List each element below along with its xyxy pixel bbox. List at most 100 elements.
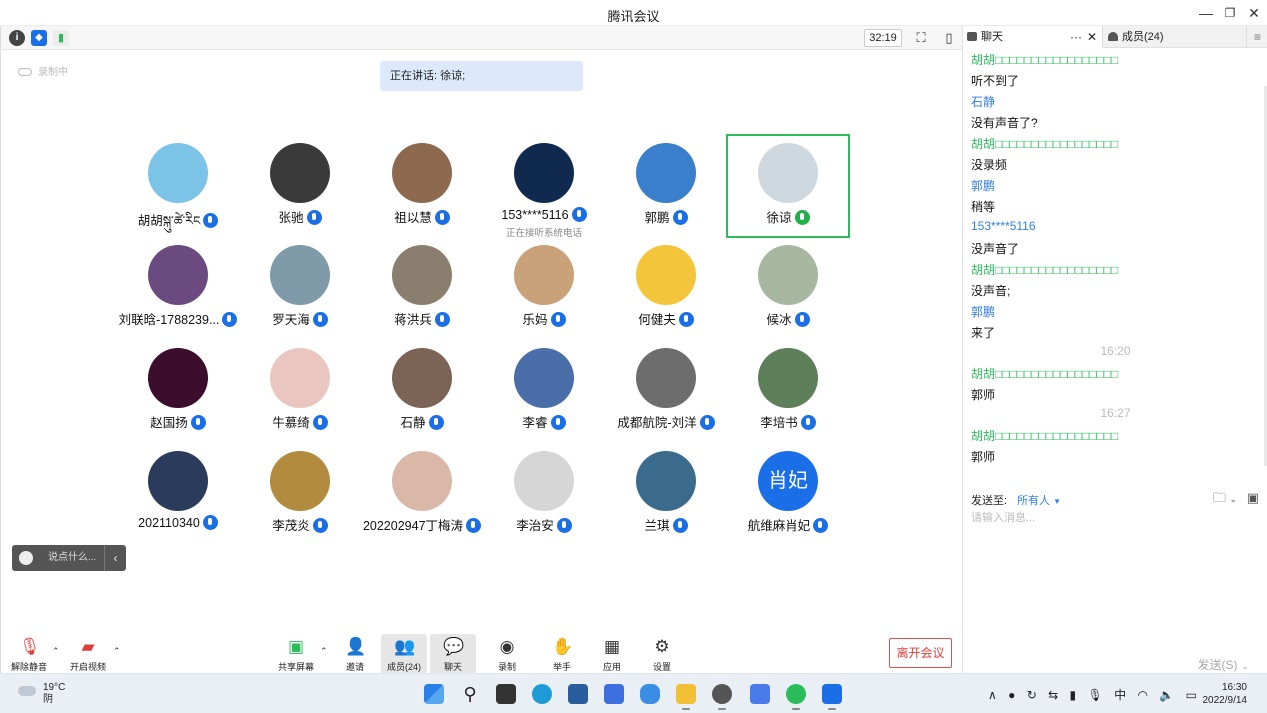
speaking-banner: 正在讲话: 徐谅; bbox=[380, 61, 583, 91]
ime-indicator[interactable]: 中 bbox=[1114, 688, 1126, 702]
participant-tile[interactable]: 李培书 bbox=[728, 341, 848, 441]
avatar bbox=[636, 348, 696, 408]
office-icon[interactable] bbox=[604, 684, 624, 704]
mic-icon bbox=[550, 415, 566, 430]
message-sender[interactable]: 郭鹏 bbox=[971, 177, 995, 194]
record-button[interactable]: ◉ 录制 bbox=[484, 634, 530, 674]
chevron-up-icon[interactable]: ⌃ bbox=[113, 646, 121, 657]
folder-icon[interactable]: 🗀 bbox=[1213, 490, 1226, 505]
message-input[interactable]: 请输入消息... bbox=[971, 509, 1035, 525]
mic-icon bbox=[678, 312, 694, 327]
participant-name: 何健夫 bbox=[638, 313, 676, 327]
raise-hand-button[interactable]: ✋ 举手 bbox=[539, 634, 585, 674]
participant-tile[interactable]: 肖妃 航维麻肖妃 bbox=[728, 444, 848, 544]
search-icon[interactable]: ⚲ bbox=[460, 684, 480, 704]
apps-label: 应用 bbox=[602, 662, 621, 672]
tencent-meeting-icon[interactable] bbox=[822, 684, 842, 710]
mic-icon bbox=[800, 415, 816, 430]
tab-chat[interactable]: 聊天 ··· ✕ bbox=[963, 26, 1103, 48]
chevron-up-icon[interactable]: ⌃ bbox=[320, 646, 328, 657]
close-icon[interactable]: ✕ bbox=[1244, 4, 1264, 22]
avatar-app-icon[interactable] bbox=[712, 684, 732, 710]
apps-button[interactable]: ▦ 应用 bbox=[589, 634, 635, 674]
menu-icon[interactable]: ≡ bbox=[1246, 26, 1267, 48]
avatar bbox=[148, 348, 208, 408]
tab-members[interactable]: 成员(24) bbox=[1104, 26, 1244, 48]
message-sender[interactable]: 胡胡□□□□□□□□□□□□□□□□□ bbox=[971, 427, 1118, 444]
message-text: 没有声音了? bbox=[971, 116, 1038, 130]
members-button[interactable]: 👥 成员(24) bbox=[381, 634, 427, 674]
screenshot-icon[interactable]: ▣ bbox=[1247, 490, 1259, 505]
participant-tile[interactable]: 候冰 bbox=[728, 238, 848, 338]
chevron-left-icon[interactable]: ‹ bbox=[104, 545, 126, 571]
tab-chat-label: 聊天 bbox=[981, 31, 1003, 43]
shield-icon[interactable]: ◆ bbox=[31, 30, 47, 46]
message-sender[interactable]: 153****5116 bbox=[971, 219, 1036, 233]
minimize-icon[interactable]: — bbox=[1196, 4, 1216, 22]
send-to-selector[interactable]: 发送至: 所有人 ▼ bbox=[971, 492, 1061, 508]
info-icon[interactable]: i bbox=[9, 30, 25, 46]
message-text: 听不到了 bbox=[971, 74, 1020, 88]
mic-icon bbox=[556, 518, 572, 533]
chevron-down-icon[interactable]: ⌄ bbox=[1230, 494, 1238, 504]
message-sender[interactable]: 石静 bbox=[971, 93, 995, 110]
avatar bbox=[270, 451, 330, 511]
participant-tile[interactable]: 徐谅 bbox=[726, 134, 850, 238]
quick-chat-input[interactable]: 说点什么... ‹ bbox=[12, 545, 126, 571]
window-title: 腾讯会议 bbox=[607, 9, 660, 24]
fullscreen-icon[interactable]: ⛶ bbox=[913, 30, 929, 46]
notes-icon[interactable] bbox=[750, 684, 770, 704]
restore-icon[interactable]: ❐ bbox=[1220, 4, 1240, 22]
windows-start-icon[interactable] bbox=[424, 684, 444, 704]
app-tray-icon[interactable]: ▮ bbox=[1070, 688, 1077, 702]
emoji-icon[interactable] bbox=[19, 551, 33, 565]
more-icon[interactable]: ··· bbox=[1070, 26, 1082, 48]
video-button[interactable]: ▰ 开启视频 bbox=[65, 634, 111, 674]
participant-name: 刘联晗-1788239... bbox=[118, 313, 220, 327]
edge-icon[interactable] bbox=[532, 684, 552, 704]
store-icon[interactable] bbox=[568, 684, 588, 704]
message-sender[interactable]: 胡胡□□□□□□□□□□□□□□□□□ bbox=[971, 365, 1118, 382]
chat-button[interactable]: 💬 聊天 bbox=[430, 634, 476, 674]
sync-icon[interactable]: ↻ bbox=[1027, 688, 1037, 702]
send-button[interactable]: 发送(S) ⌄ bbox=[1197, 656, 1249, 673]
weather-widget[interactable]: 19°C 阴 bbox=[18, 682, 65, 706]
chevron-up-icon[interactable]: ⌃ bbox=[52, 646, 60, 657]
close-icon[interactable]: ✕ bbox=[1087, 26, 1097, 48]
clock[interactable]: 16:30 2022/9/14 bbox=[1203, 681, 1248, 707]
cloud-app-icon[interactable] bbox=[640, 684, 660, 704]
wechat-icon[interactable] bbox=[786, 684, 806, 710]
camera-off-icon: ▰ bbox=[81, 637, 95, 656]
message-sender[interactable]: 胡胡□□□□□□□□□□□□□□□□□ bbox=[971, 51, 1118, 68]
chevron-up-icon[interactable]: ∧ bbox=[988, 688, 997, 702]
participant-name: 李睿 bbox=[522, 416, 548, 430]
message-sender[interactable]: 胡胡□□□□□□□□□□□□□□□□□ bbox=[971, 261, 1118, 278]
file-explorer-icon[interactable] bbox=[676, 684, 696, 710]
settings-button[interactable]: ⚙ 设置 bbox=[639, 634, 685, 674]
share-screen-button[interactable]: ▣ 共享屏幕 bbox=[273, 634, 319, 674]
battery-icon[interactable]: ▭ bbox=[1186, 688, 1197, 702]
participant-name: 祖以慧 bbox=[394, 211, 432, 225]
send-to-value: 所有人 bbox=[1017, 495, 1051, 507]
message-text: 没声音了 bbox=[971, 242, 1020, 256]
message-timestamp: 16:20 bbox=[1100, 344, 1131, 358]
signal-icon[interactable]: ▮ bbox=[53, 30, 69, 46]
participant-name: 郭鹏 bbox=[644, 211, 670, 225]
message-sender[interactable]: 郭鹏 bbox=[971, 303, 995, 320]
mic-icon[interactable]: 🎙 bbox=[1088, 688, 1103, 702]
qq-icon[interactable]: ● bbox=[1008, 688, 1015, 702]
layout-icon[interactable]: ▯ bbox=[941, 30, 957, 46]
invite-button[interactable]: 👤 邀请 bbox=[332, 634, 378, 674]
unmute-button[interactable]: 🎙 解除静音 bbox=[6, 634, 52, 674]
wifi-icon[interactable]: ◠ bbox=[1137, 688, 1147, 702]
message-sender[interactable]: 胡胡□□□□□□□□□□□□□□□□□ bbox=[971, 135, 1118, 152]
leave-meeting-button[interactable]: 离开会议 bbox=[889, 638, 952, 668]
volume-icon[interactable]: 🔈 bbox=[1159, 688, 1174, 702]
chevron-down-icon: ⌄ bbox=[1241, 661, 1249, 671]
avatar bbox=[270, 143, 330, 203]
message-text: 郭师 bbox=[971, 450, 996, 464]
app-window: 腾讯会议 — ❐ ✕ i ◆ ▮ 32:19 ⛶ ▯ 录制中 正在讲话: 徐谅;… bbox=[0, 0, 1267, 713]
mic-icon bbox=[428, 415, 444, 430]
task-view-icon[interactable] bbox=[496, 684, 516, 704]
network-tool-icon[interactable]: ⇆ bbox=[1048, 688, 1058, 702]
